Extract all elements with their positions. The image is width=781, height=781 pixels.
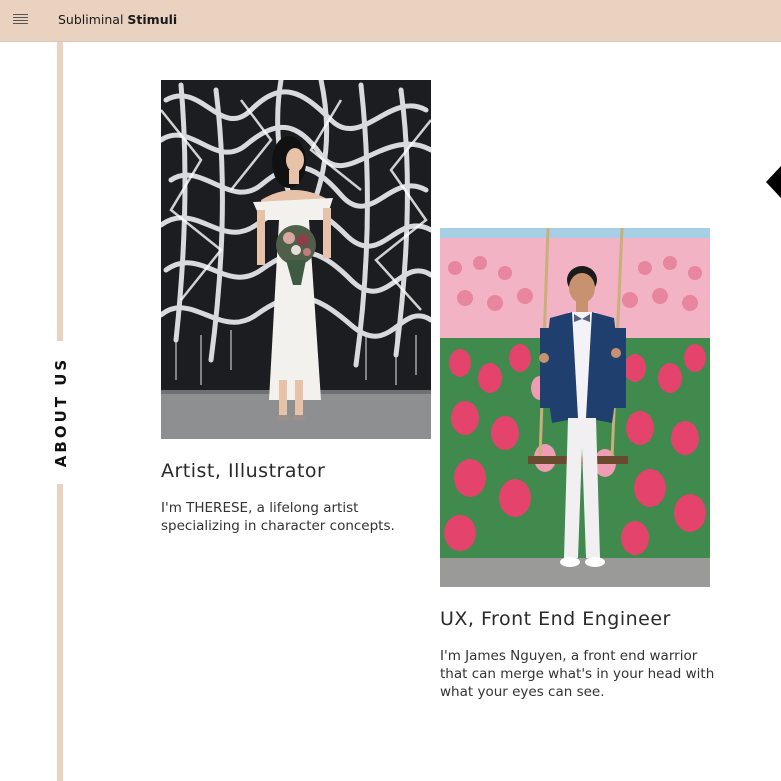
team-photo-therese	[161, 80, 431, 439]
team-photo-james	[440, 228, 710, 587]
brand-name-light: Subliminal	[58, 12, 128, 27]
team-bio-james: I'm James Nguyen, a front end warrior th…	[440, 648, 715, 700]
section-label-text: ABOUT US	[52, 356, 70, 468]
team-role-therese: Artist, Illustrator	[161, 460, 326, 482]
side-accent-line-bottom	[57, 484, 63, 781]
top-bar: Subliminal Stimuli	[0, 0, 781, 42]
brand-logo[interactable]: Subliminal Stimuli	[58, 12, 177, 27]
hamburger-menu-icon[interactable]	[13, 14, 28, 27]
team-role-james: UX, Front End Engineer	[440, 608, 671, 630]
chevron-left-icon[interactable]	[766, 166, 781, 198]
team-bio-therese: I'm THERESE, a lifelong artist specializ…	[161, 500, 395, 534]
brand-name-bold: Stimuli	[127, 12, 178, 27]
section-label: ABOUT US	[40, 340, 82, 484]
side-accent-line-top	[57, 42, 63, 341]
